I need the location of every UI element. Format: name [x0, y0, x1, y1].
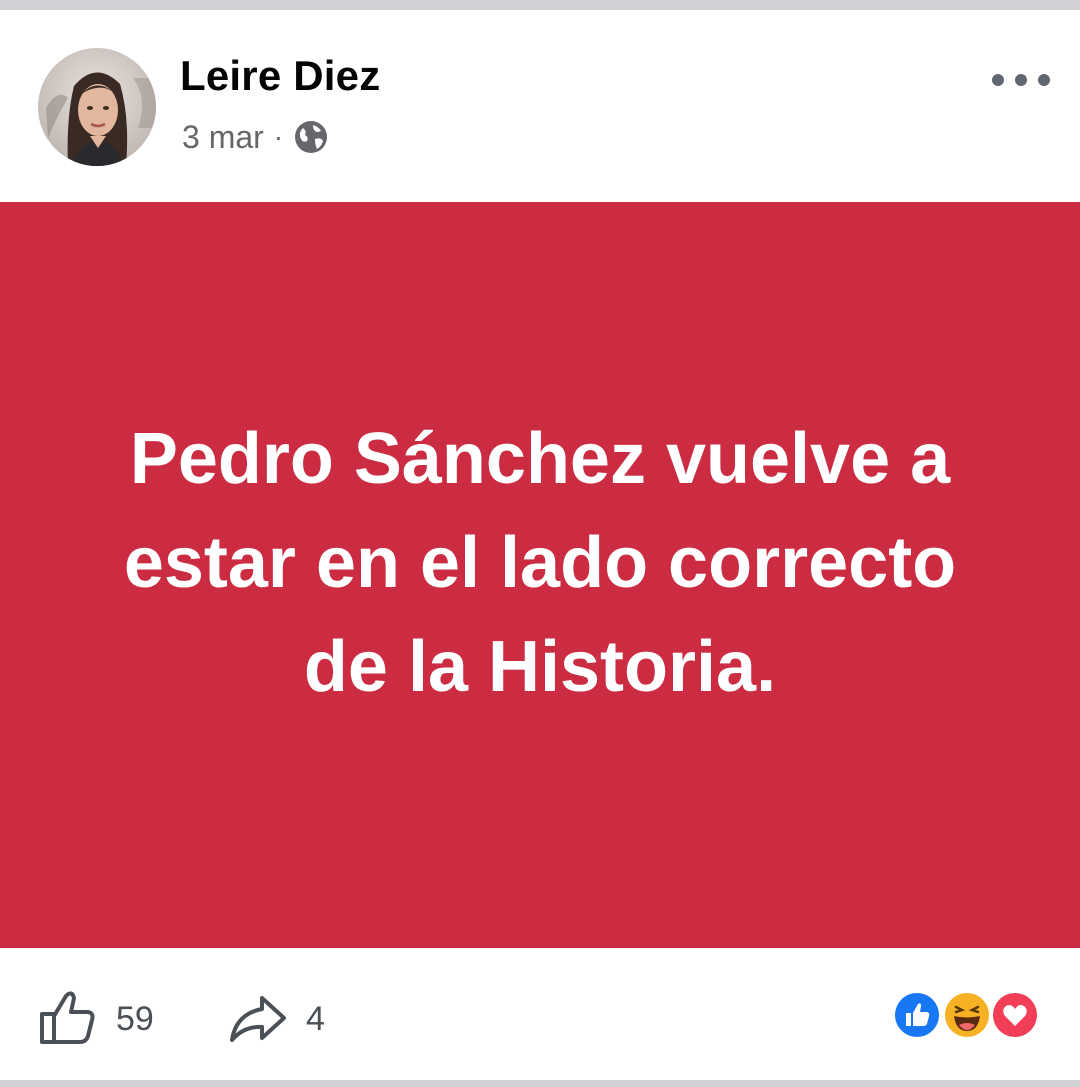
globe-icon: [293, 119, 329, 155]
post-text-card[interactable]: Pedro Sánchez vuelve a estar en el lado …: [0, 202, 1080, 948]
post-date[interactable]: 3 mar: [182, 119, 264, 156]
haha-reaction-icon: [942, 990, 992, 1040]
post-header: Leire Diez 3 mar ·: [0, 10, 1080, 202]
avatar[interactable]: [38, 48, 156, 166]
like-button[interactable]: 59: [36, 986, 154, 1053]
share-button[interactable]: 4: [226, 986, 325, 1053]
author-name[interactable]: Leire Diez: [180, 52, 380, 100]
bottom-divider: [0, 1080, 1080, 1087]
share-arrow-icon: [226, 986, 288, 1053]
likes-count: 59: [116, 1000, 154, 1038]
meta-separator: ·: [273, 121, 284, 152]
more-dot-icon: [992, 74, 1004, 86]
shares-count: 4: [306, 1000, 325, 1038]
post-meta: 3 mar ·: [182, 116, 329, 158]
like-reaction-icon: [892, 990, 942, 1040]
more-options-button[interactable]: [986, 60, 1056, 100]
post-text: Pedro Sánchez vuelve a estar en el lado …: [123, 419, 957, 707]
love-reaction-icon: [990, 990, 1040, 1040]
more-dot-icon: [1015, 74, 1027, 86]
reactions-summary[interactable]: [892, 990, 1042, 1042]
post-footer: 59 4: [0, 948, 1080, 1080]
more-dot-icon: [1038, 74, 1050, 86]
top-divider: [0, 0, 1080, 10]
thumbs-up-icon: [36, 986, 98, 1053]
